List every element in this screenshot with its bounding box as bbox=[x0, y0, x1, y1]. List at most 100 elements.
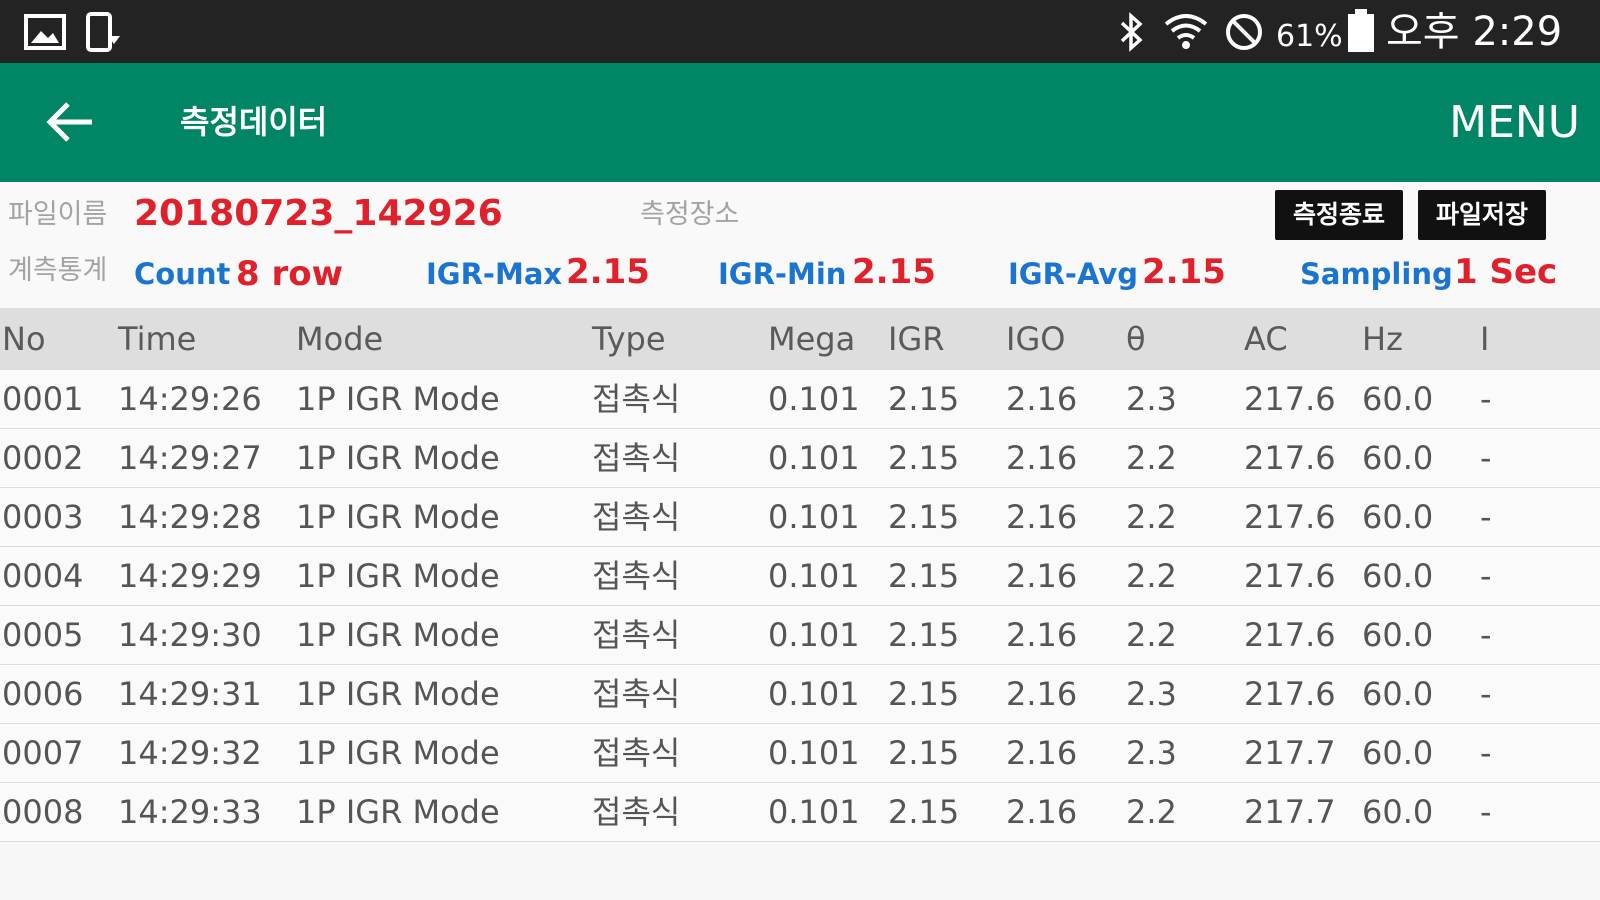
cell-i: - bbox=[1480, 557, 1492, 595]
cell-igo: 2.16 bbox=[1006, 380, 1078, 418]
cell-hz: 60.0 bbox=[1362, 675, 1434, 713]
cell-mega: 0.101 bbox=[768, 439, 860, 477]
igr-max-label: IGR-Max bbox=[426, 257, 563, 291]
igr-avg-label: IGR-Avg bbox=[1008, 257, 1139, 291]
cell-i: - bbox=[1480, 734, 1492, 772]
cell-hz: 60.0 bbox=[1362, 439, 1434, 477]
cell-igr: 2.15 bbox=[888, 734, 960, 772]
cell-i: - bbox=[1480, 793, 1492, 831]
bluetooth-icon bbox=[1120, 12, 1143, 52]
cell-time: 14:29:29 bbox=[118, 557, 262, 595]
header-igr: IGR bbox=[888, 320, 945, 358]
cell-theta: 2.2 bbox=[1126, 793, 1177, 831]
table-row[interactable]: 0006 14:29:31 1P IGR Mode 접촉식 0.101 2.15… bbox=[0, 665, 1600, 724]
screen-rotate-icon bbox=[86, 12, 120, 52]
header-theta: θ bbox=[1126, 320, 1146, 358]
cell-no: 0004 bbox=[2, 557, 84, 595]
header-hz: Hz bbox=[1362, 320, 1403, 358]
cell-mega: 0.101 bbox=[768, 557, 860, 595]
cell-type: 접촉식 bbox=[592, 793, 681, 831]
header-type: Type bbox=[592, 320, 666, 358]
cell-hz: 60.0 bbox=[1362, 734, 1434, 772]
cell-ac: 217.7 bbox=[1244, 734, 1336, 772]
cell-no: 0008 bbox=[2, 793, 84, 831]
cell-mega: 0.101 bbox=[768, 380, 860, 418]
igr-min-value: 2.15 bbox=[852, 252, 936, 292]
back-arrow-icon[interactable] bbox=[44, 97, 100, 147]
clock: 오후 2:29 bbox=[1386, 9, 1563, 55]
cell-ac: 217.6 bbox=[1244, 498, 1336, 536]
cell-igr: 2.15 bbox=[888, 557, 960, 595]
cell-no: 0001 bbox=[2, 380, 84, 418]
cell-hz: 60.0 bbox=[1362, 380, 1434, 418]
cell-mega: 0.101 bbox=[768, 675, 860, 713]
cell-i: - bbox=[1480, 616, 1492, 654]
battery-icon bbox=[1348, 9, 1374, 52]
igr-avg-value: 2.15 bbox=[1142, 252, 1226, 292]
status-bar: 61% 오후 2:29 bbox=[0, 0, 1600, 63]
cell-igr: 2.15 bbox=[888, 380, 960, 418]
table-row[interactable]: 0001 14:29:26 1P IGR Mode 접촉식 0.101 2.15… bbox=[0, 370, 1600, 429]
cell-mode: 1P IGR Mode bbox=[296, 439, 500, 477]
cell-theta: 2.2 bbox=[1126, 439, 1177, 477]
location-label: 측정장소 bbox=[640, 199, 740, 230]
cell-type: 접촉식 bbox=[592, 675, 681, 713]
table-row[interactable]: 0005 14:29:30 1P IGR Mode 접촉식 0.101 2.15… bbox=[0, 606, 1600, 665]
info-panel: 파일이름 20180723_142926 측정장소 측정종료 파일저장 계측통계… bbox=[0, 182, 1600, 308]
cell-mode: 1P IGR Mode bbox=[296, 734, 500, 772]
cell-i: - bbox=[1480, 498, 1492, 536]
table-row[interactable]: 0002 14:29:27 1P IGR Mode 접촉식 0.101 2.15… bbox=[0, 429, 1600, 488]
stats-label: 계측통계 bbox=[8, 255, 108, 286]
cell-igo: 2.16 bbox=[1006, 675, 1078, 713]
cell-mega: 0.101 bbox=[768, 793, 860, 831]
table-row[interactable]: 0003 14:29:28 1P IGR Mode 접촉식 0.101 2.15… bbox=[0, 488, 1600, 547]
table-row[interactable]: 0007 14:29:32 1P IGR Mode 접촉식 0.101 2.15… bbox=[0, 724, 1600, 783]
cell-mode: 1P IGR Mode bbox=[296, 616, 500, 654]
cell-igo: 2.16 bbox=[1006, 793, 1078, 831]
count-label: Count bbox=[134, 257, 231, 291]
cell-type: 접촉식 bbox=[592, 498, 681, 536]
cell-theta: 2.2 bbox=[1126, 498, 1177, 536]
cell-type: 접촉식 bbox=[592, 616, 681, 654]
stop-measurement-button[interactable]: 측정종료 bbox=[1275, 190, 1403, 240]
cell-theta: 2.2 bbox=[1126, 557, 1177, 595]
header-mega: Mega bbox=[768, 320, 856, 358]
image-icon bbox=[24, 14, 66, 50]
cell-igr: 2.15 bbox=[888, 793, 960, 831]
cell-theta: 2.3 bbox=[1126, 675, 1177, 713]
cell-no: 0003 bbox=[2, 498, 84, 536]
cell-time: 14:29:33 bbox=[118, 793, 262, 831]
sampling-label: Sampling bbox=[1300, 257, 1453, 291]
cell-ac: 217.7 bbox=[1244, 793, 1336, 831]
cell-hz: 60.0 bbox=[1362, 498, 1434, 536]
igr-max-value: 2.15 bbox=[566, 252, 650, 292]
file-name-value: 20180723_142926 bbox=[134, 193, 503, 234]
header-ac: AC bbox=[1244, 320, 1288, 358]
cell-time: 14:29:31 bbox=[118, 675, 262, 713]
cell-type: 접촉식 bbox=[592, 439, 681, 477]
app-bar: 측정데이터 MENU bbox=[0, 63, 1600, 182]
cell-hz: 60.0 bbox=[1362, 793, 1434, 831]
cell-igr: 2.15 bbox=[888, 616, 960, 654]
cell-time: 14:29:30 bbox=[118, 616, 262, 654]
table-row[interactable]: 0008 14:29:33 1P IGR Mode 접촉식 0.101 2.15… bbox=[0, 783, 1600, 842]
cell-ac: 217.6 bbox=[1244, 380, 1336, 418]
cell-igo: 2.16 bbox=[1006, 616, 1078, 654]
header-i: I bbox=[1480, 320, 1490, 358]
table-row[interactable]: 0004 14:29:29 1P IGR Mode 접촉식 0.101 2.15… bbox=[0, 547, 1600, 606]
menu-button[interactable]: MENU bbox=[1449, 97, 1580, 149]
header-mode: Mode bbox=[296, 320, 384, 358]
cell-hz: 60.0 bbox=[1362, 557, 1434, 595]
header-time: Time bbox=[118, 320, 197, 358]
cell-mode: 1P IGR Mode bbox=[296, 498, 500, 536]
save-file-button[interactable]: 파일저장 bbox=[1418, 190, 1546, 240]
cell-type: 접촉식 bbox=[592, 557, 681, 595]
cell-i: - bbox=[1480, 439, 1492, 477]
cell-ac: 217.6 bbox=[1244, 616, 1336, 654]
cell-theta: 2.3 bbox=[1126, 734, 1177, 772]
cell-time: 14:29:27 bbox=[118, 439, 262, 477]
cell-hz: 60.0 bbox=[1362, 616, 1434, 654]
cell-igo: 2.16 bbox=[1006, 734, 1078, 772]
cell-type: 접촉식 bbox=[592, 380, 681, 418]
page-title: 측정데이터 bbox=[180, 103, 328, 141]
